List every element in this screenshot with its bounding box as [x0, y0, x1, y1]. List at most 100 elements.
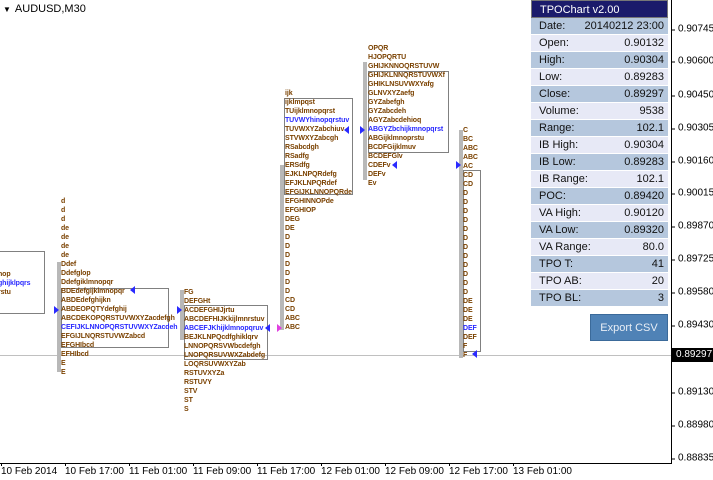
time-tick: 10 Feb 17:00	[65, 463, 124, 477]
panel-row: Range: 102.1	[531, 120, 668, 137]
tpo-row: FG	[184, 289, 194, 296]
panel-row-value: 0.90120	[624, 207, 664, 219]
tpo-row: C	[463, 127, 468, 134]
panel-row: VA Range: 80.0	[531, 239, 668, 256]
tpo-row: DEFv	[368, 171, 386, 178]
open-arrow-icon	[177, 306, 182, 314]
tpo-row: LOQRSUVWXYZab	[184, 361, 246, 368]
tpo-row: ST	[184, 397, 193, 404]
price-tick: 0.90160	[672, 156, 713, 167]
price-tick: 0.89870	[672, 221, 713, 232]
tpo-row: d	[61, 216, 66, 223]
panel-row-label: POC:	[539, 190, 566, 202]
symbol-label: AUDUSD,M30	[14, 3, 86, 15]
tpo-row: D	[285, 261, 290, 268]
price-tick: 0.90600	[672, 56, 713, 67]
dropdown-triangle-icon[interactable]: ▼	[3, 5, 11, 14]
tpo-row: GHIKLNSUVWXYafg	[368, 81, 434, 88]
tpo-row: DE	[285, 225, 295, 232]
tpo-profile: C BC ABC ABC AC CD CD D D D D D D D D D D D D DE DE DE DEF DEF F…	[463, 126, 478, 360]
tpo-row: RSadfg	[285, 153, 309, 160]
panel-row: TPO AB: 20	[531, 273, 668, 290]
panel-row: VA Low: 0.89320	[531, 222, 668, 239]
tpo-row: BCDFGijklmuv	[368, 144, 416, 151]
tpo-row: GHIJKNNOQRSTUVW	[368, 63, 440, 70]
open-arrow-icon	[456, 161, 461, 169]
tpo-row: Ddefglop	[61, 270, 91, 277]
tpo-row: ABC	[463, 145, 478, 152]
tpo-row: D	[463, 271, 468, 278]
tpo-row: D	[463, 235, 468, 242]
tpo-row: D	[285, 288, 290, 295]
panel-row-value: 0.90304	[624, 139, 664, 151]
panel-row-value: 102.1	[636, 173, 664, 185]
tpo-row: EFHIbcd	[61, 351, 89, 358]
panel-row: TPO BL: 3	[531, 290, 668, 307]
tpo-row: DEF	[463, 334, 477, 341]
tpo-row: D	[463, 199, 468, 206]
open-arrow-icon	[54, 306, 59, 314]
close-arrow-icon	[130, 286, 135, 294]
panel-row-value: 0.89283	[624, 156, 664, 168]
panel-row-value: 0.89420	[624, 190, 664, 202]
panel-row-label: Close:	[539, 88, 571, 100]
tpo-row-poc: ABGYZbchijkmnopqrst	[368, 126, 444, 133]
panel-row-value: 0.89283	[624, 71, 664, 83]
tpo-row: ijklmpqst	[285, 99, 315, 106]
panel-row-label: VA Range:	[539, 241, 591, 253]
panel-row: Low: 0.89283	[531, 69, 668, 86]
time-tick: 12 Feb 09:00	[385, 463, 444, 477]
panel-row-label: VA Low:	[539, 224, 579, 236]
tpo-row: DE	[463, 307, 473, 314]
panel-row-value: 41	[651, 258, 664, 270]
tpo-row: D	[463, 289, 468, 296]
tpo-row: AC	[463, 163, 473, 170]
panel-row: Volume: 9538	[531, 103, 668, 120]
tpo-row: DE	[463, 316, 473, 323]
tpo-row: D	[463, 190, 468, 197]
tpo-row: GHIJKLNNQRSTUVWXf	[368, 72, 445, 79]
tpo-row: nop	[0, 271, 11, 278]
panel-row-label: Volume:	[539, 105, 579, 117]
panel-row: TPO T: 41	[531, 256, 668, 273]
tpo-row: E	[61, 369, 66, 376]
close-arrow-icon	[344, 126, 349, 134]
tpo-row: HJOPQRTU	[368, 54, 407, 61]
price-axis[interactable]: 0.90745 0.90600 0.90450 0.90305 0.90160 …	[672, 0, 713, 464]
panel-row: IB Range: 102.1	[531, 171, 668, 188]
current-price-label: 0.89297	[672, 348, 713, 362]
tpo-row: STV	[184, 388, 198, 395]
panel-row: Date: 20140212 23:00	[531, 18, 668, 35]
export-csv-button[interactable]: Export CSV	[590, 314, 668, 341]
tpo-row: D	[463, 262, 468, 269]
panel-row-value: 0.90304	[624, 54, 664, 66]
tpo-row: rstu	[0, 289, 11, 296]
tpo-row: CD	[463, 172, 473, 179]
tpo-row: BCDEFGlv	[368, 153, 403, 160]
tpo-row: EFGHINNOPde	[285, 198, 334, 205]
tpo-row: ijk	[285, 90, 293, 97]
open-arrow-icon	[360, 126, 365, 134]
panel-row-label: Range:	[539, 122, 575, 134]
price-tick: 0.90015	[672, 188, 713, 199]
panel-row-label: VA High:	[539, 207, 581, 219]
tpo-row: D	[285, 279, 290, 286]
price-tick: 0.90305	[672, 123, 713, 134]
price-tick: 0.89725	[672, 254, 713, 265]
tpo-row: GYZabefgh	[368, 99, 405, 106]
price-tick: 0.88835	[672, 453, 713, 464]
panel-row: High: 0.90304	[531, 52, 668, 69]
tpo-row: BDEdefgijklmnopqr	[61, 288, 125, 295]
time-axis[interactable]: 10 Feb 2014 10 Feb 17:00 11 Feb 01:00 11…	[0, 463, 672, 480]
tpo-row: Ev	[368, 180, 377, 187]
ib-range-bar	[280, 165, 284, 330]
tpo-row: ABC	[285, 315, 300, 322]
price-tick: 0.89430	[672, 320, 713, 331]
tpo-row: GLNVXYZaefg	[368, 90, 415, 97]
tpo-row: EFGIJLNQRSTUVWZabcd	[61, 333, 146, 340]
tpo-info-panel: TPOChart v2.00 Date: 20140212 23:00 Open: 0…	[531, 0, 668, 307]
tpo-row-poc: ghijklpqrs	[0, 280, 31, 287]
panel-title: TPOChart v2.00	[531, 0, 668, 18]
panel-row-value: 3	[657, 292, 664, 304]
tpo-row: D	[463, 217, 468, 224]
